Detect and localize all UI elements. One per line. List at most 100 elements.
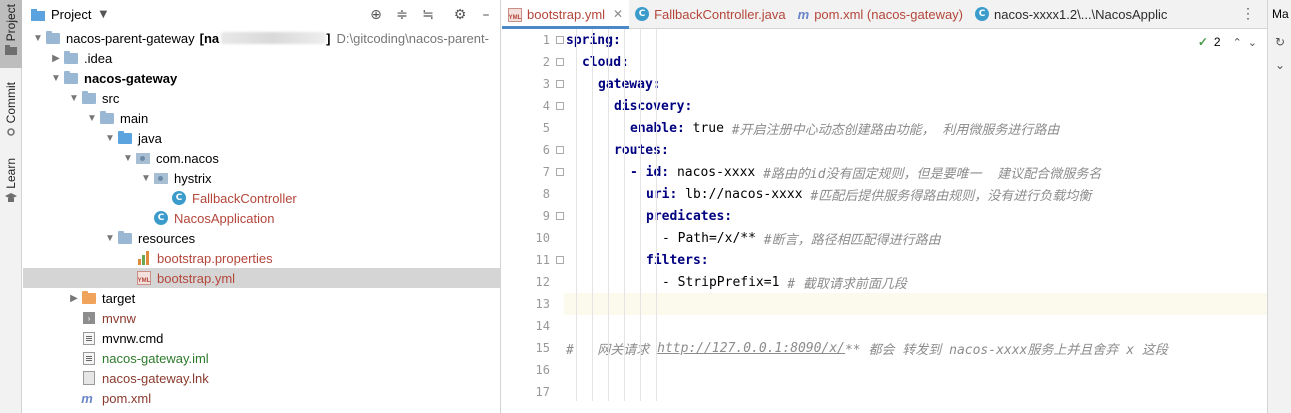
- tree-item-nacos-parent-gateway[interactable]: ▼ nacos-parent-gateway [na ] D:\gitcodin…: [23, 28, 501, 48]
- code-line[interactable]: [564, 381, 1267, 403]
- tree-item-mvnw[interactable]: › mvnw: [23, 308, 501, 328]
- terminal-file-icon: ›: [81, 310, 97, 326]
- tree-item-resources[interactable]: ▼ resources: [23, 228, 501, 248]
- close-icon[interactable]: ✕: [613, 7, 623, 21]
- redacted-text: [221, 32, 327, 44]
- tab-bootstrap-yml[interactable]: YML bootstrap.yml ✕: [502, 0, 630, 29]
- tree-item-pom-xml[interactable]: m pom.xml: [23, 388, 501, 408]
- tree-item-nacosapplication[interactable]: C NacosApplication: [23, 208, 501, 228]
- code-comment: #路由的id没有固定规则，但是要唯一 建议配合微服务名: [763, 166, 1102, 182]
- chevron-down-icon[interactable]: ▼: [121, 151, 135, 165]
- module-bracket-end: ]: [326, 30, 331, 46]
- fold-marker-icon[interactable]: [556, 212, 564, 220]
- code-line[interactable]: # 网关请求 http://127.0.0.1:8090/x/** 都会 转发到…: [564, 337, 1267, 359]
- code-line[interactable]: discovery:: [564, 95, 1267, 117]
- tree-item-target[interactable]: ▶ target: [23, 288, 501, 308]
- code-line[interactable]: uri: lb://nacos-xxxx #匹配后提供服务得路由规则，没有进行负…: [564, 183, 1267, 205]
- chevron-down-icon[interactable]: ▼: [99, 9, 107, 20]
- folder-icon: [81, 90, 97, 106]
- project-tool-tab[interactable]: Project: [0, 0, 22, 68]
- tree-item-label: mvnw.cmd: [102, 330, 164, 346]
- code-line[interactable]: [564, 315, 1267, 337]
- gear-icon[interactable]: ⚙: [451, 6, 469, 24]
- refresh-icon[interactable]: ↻: [1273, 35, 1287, 49]
- package-icon: [135, 150, 151, 166]
- learn-tool-label: Learn: [4, 158, 18, 189]
- fold-marker-icon[interactable]: [556, 36, 564, 44]
- more-tabs-icon[interactable]: ⋮: [1241, 5, 1255, 22]
- folder-icon: [45, 30, 61, 46]
- project-panel: Project ▼ ⊕ ≑ ≒ ⚙ – ▼ nacos-parent-gatew…: [23, 0, 501, 413]
- url-link[interactable]: http://127.0.0.1:8090/x/: [657, 341, 845, 356]
- locate-icon[interactable]: ⊕: [367, 6, 385, 24]
- fold-marker-icon[interactable]: [556, 168, 564, 176]
- tab-label: nacos-xxxx1.2\...\NacosApplic: [994, 6, 1168, 22]
- tree-item-nacos-gateway-iml[interactable]: nacos-gateway.iml: [23, 348, 501, 368]
- tab-fallbackcontroller[interactable]: C FallbackController.java: [629, 0, 792, 28]
- fold-marker-icon[interactable]: [556, 146, 564, 154]
- chevron-down-icon[interactable]: ▼: [139, 171, 153, 185]
- ide-window: Project Commit Learn Project ▼ ⊕ ≑ ≒ ⚙ –: [0, 0, 1291, 413]
- tree-item-nacos-gateway[interactable]: ▼ nacos-gateway: [23, 68, 501, 88]
- tab-pom-xml[interactable]: m pom.xml (nacos-gateway): [792, 0, 969, 28]
- tree-item-label: java: [138, 130, 162, 146]
- tree-item-main[interactable]: ▼ main: [23, 108, 501, 128]
- tree-item-idea[interactable]: ▶ .idea: [23, 48, 501, 68]
- code-line[interactable]: - Path=/x/** #断言，路径相匹配得进行路由: [564, 227, 1267, 249]
- collapse-all-icon[interactable]: ≒: [419, 6, 437, 24]
- chevron-right-icon[interactable]: ▶: [49, 51, 63, 65]
- code-line[interactable]: predicates:: [564, 205, 1267, 227]
- code-line[interactable]: cloud:: [564, 51, 1267, 73]
- chevron-down-icon[interactable]: ▼: [67, 91, 81, 105]
- tree-item-java[interactable]: ▼ java: [23, 128, 501, 148]
- code-line[interactable]: enable: true #开启注册中心动态创建路由功能， 利用微服务进行路由: [564, 117, 1267, 139]
- fold-marker-icon[interactable]: [556, 102, 564, 110]
- resources-folder-icon: [117, 230, 133, 246]
- yaml-key: discovery:: [614, 98, 693, 114]
- tab-label: FallbackController.java: [654, 6, 786, 22]
- tab-nacosapplication[interactable]: C nacos-xxxx1.2\...\NacosApplic: [969, 0, 1173, 28]
- chevron-right-icon[interactable]: ▶: [67, 291, 81, 305]
- code-line[interactable]: routes:: [564, 139, 1267, 161]
- code-line[interactable]: - id: nacos-xxxx #路由的id没有固定规则，但是要唯一 建议配合…: [564, 161, 1267, 183]
- code-line[interactable]: gateway:: [564, 73, 1267, 95]
- line-number: 17: [535, 385, 550, 399]
- tree-item-label: hystrix: [174, 170, 212, 186]
- yaml-key: cloud:: [582, 54, 629, 70]
- chevron-down-icon[interactable]: ▼: [103, 131, 117, 145]
- project-view-selector[interactable]: Project: [51, 7, 91, 22]
- minimize-icon[interactable]: –: [477, 6, 495, 24]
- chevron-down-icon[interactable]: ▼: [103, 231, 117, 245]
- project-header-tools: ⊕ ≑ ≒ ⚙ –: [367, 6, 495, 24]
- indent-guide: [640, 29, 641, 401]
- commit-tool-tab[interactable]: Commit: [0, 82, 22, 144]
- code-line[interactable]: [564, 359, 1267, 381]
- chevron-down-icon[interactable]: ⌄: [1273, 58, 1287, 72]
- code-editor[interactable]: spring: cloud: gateway: discovery: enable: t…: [564, 29, 1267, 413]
- fold-marker-icon[interactable]: [556, 80, 564, 88]
- fold-marker-icon[interactable]: [556, 256, 564, 264]
- tree-item-mvnw-cmd[interactable]: mvnw.cmd: [23, 328, 501, 348]
- tree-item-fallbackcontroller[interactable]: C FallbackController: [23, 188, 501, 208]
- file-icon: [81, 330, 97, 346]
- folder-icon: [31, 8, 45, 21]
- fold-marker-icon[interactable]: [556, 58, 564, 66]
- code-line[interactable]: [564, 293, 1267, 315]
- chevron-down-icon[interactable]: ▼: [85, 111, 99, 125]
- tree-item-bootstrap-properties[interactable]: bootstrap.properties: [23, 248, 501, 268]
- tree-item-src[interactable]: ▼ src: [23, 88, 501, 108]
- chevron-down-icon[interactable]: ▼: [31, 31, 45, 45]
- code-line[interactable]: filters:: [564, 249, 1267, 271]
- tree-item-label: main: [120, 110, 149, 126]
- code-line[interactable]: spring:: [564, 29, 1267, 51]
- tree-item-bootstrap-yml[interactable]: YML bootstrap.yml: [23, 268, 501, 288]
- learn-tool-tab[interactable]: Learn: [0, 158, 22, 210]
- maven-tool-label[interactable]: Ma: [1272, 7, 1289, 21]
- expand-all-icon[interactable]: ≑: [393, 6, 411, 24]
- chevron-down-icon[interactable]: ▼: [49, 71, 63, 85]
- tree-item-hystrix[interactable]: ▼ hystrix: [23, 168, 501, 188]
- properties-file-icon: [136, 250, 152, 266]
- tree-item-com-nacos[interactable]: ▼ com.nacos: [23, 148, 501, 168]
- code-line[interactable]: - StripPrefix=1 # 截取请求前面几段: [564, 271, 1267, 293]
- tree-item-nacos-gateway-lnk[interactable]: nacos-gateway.lnk: [23, 368, 501, 388]
